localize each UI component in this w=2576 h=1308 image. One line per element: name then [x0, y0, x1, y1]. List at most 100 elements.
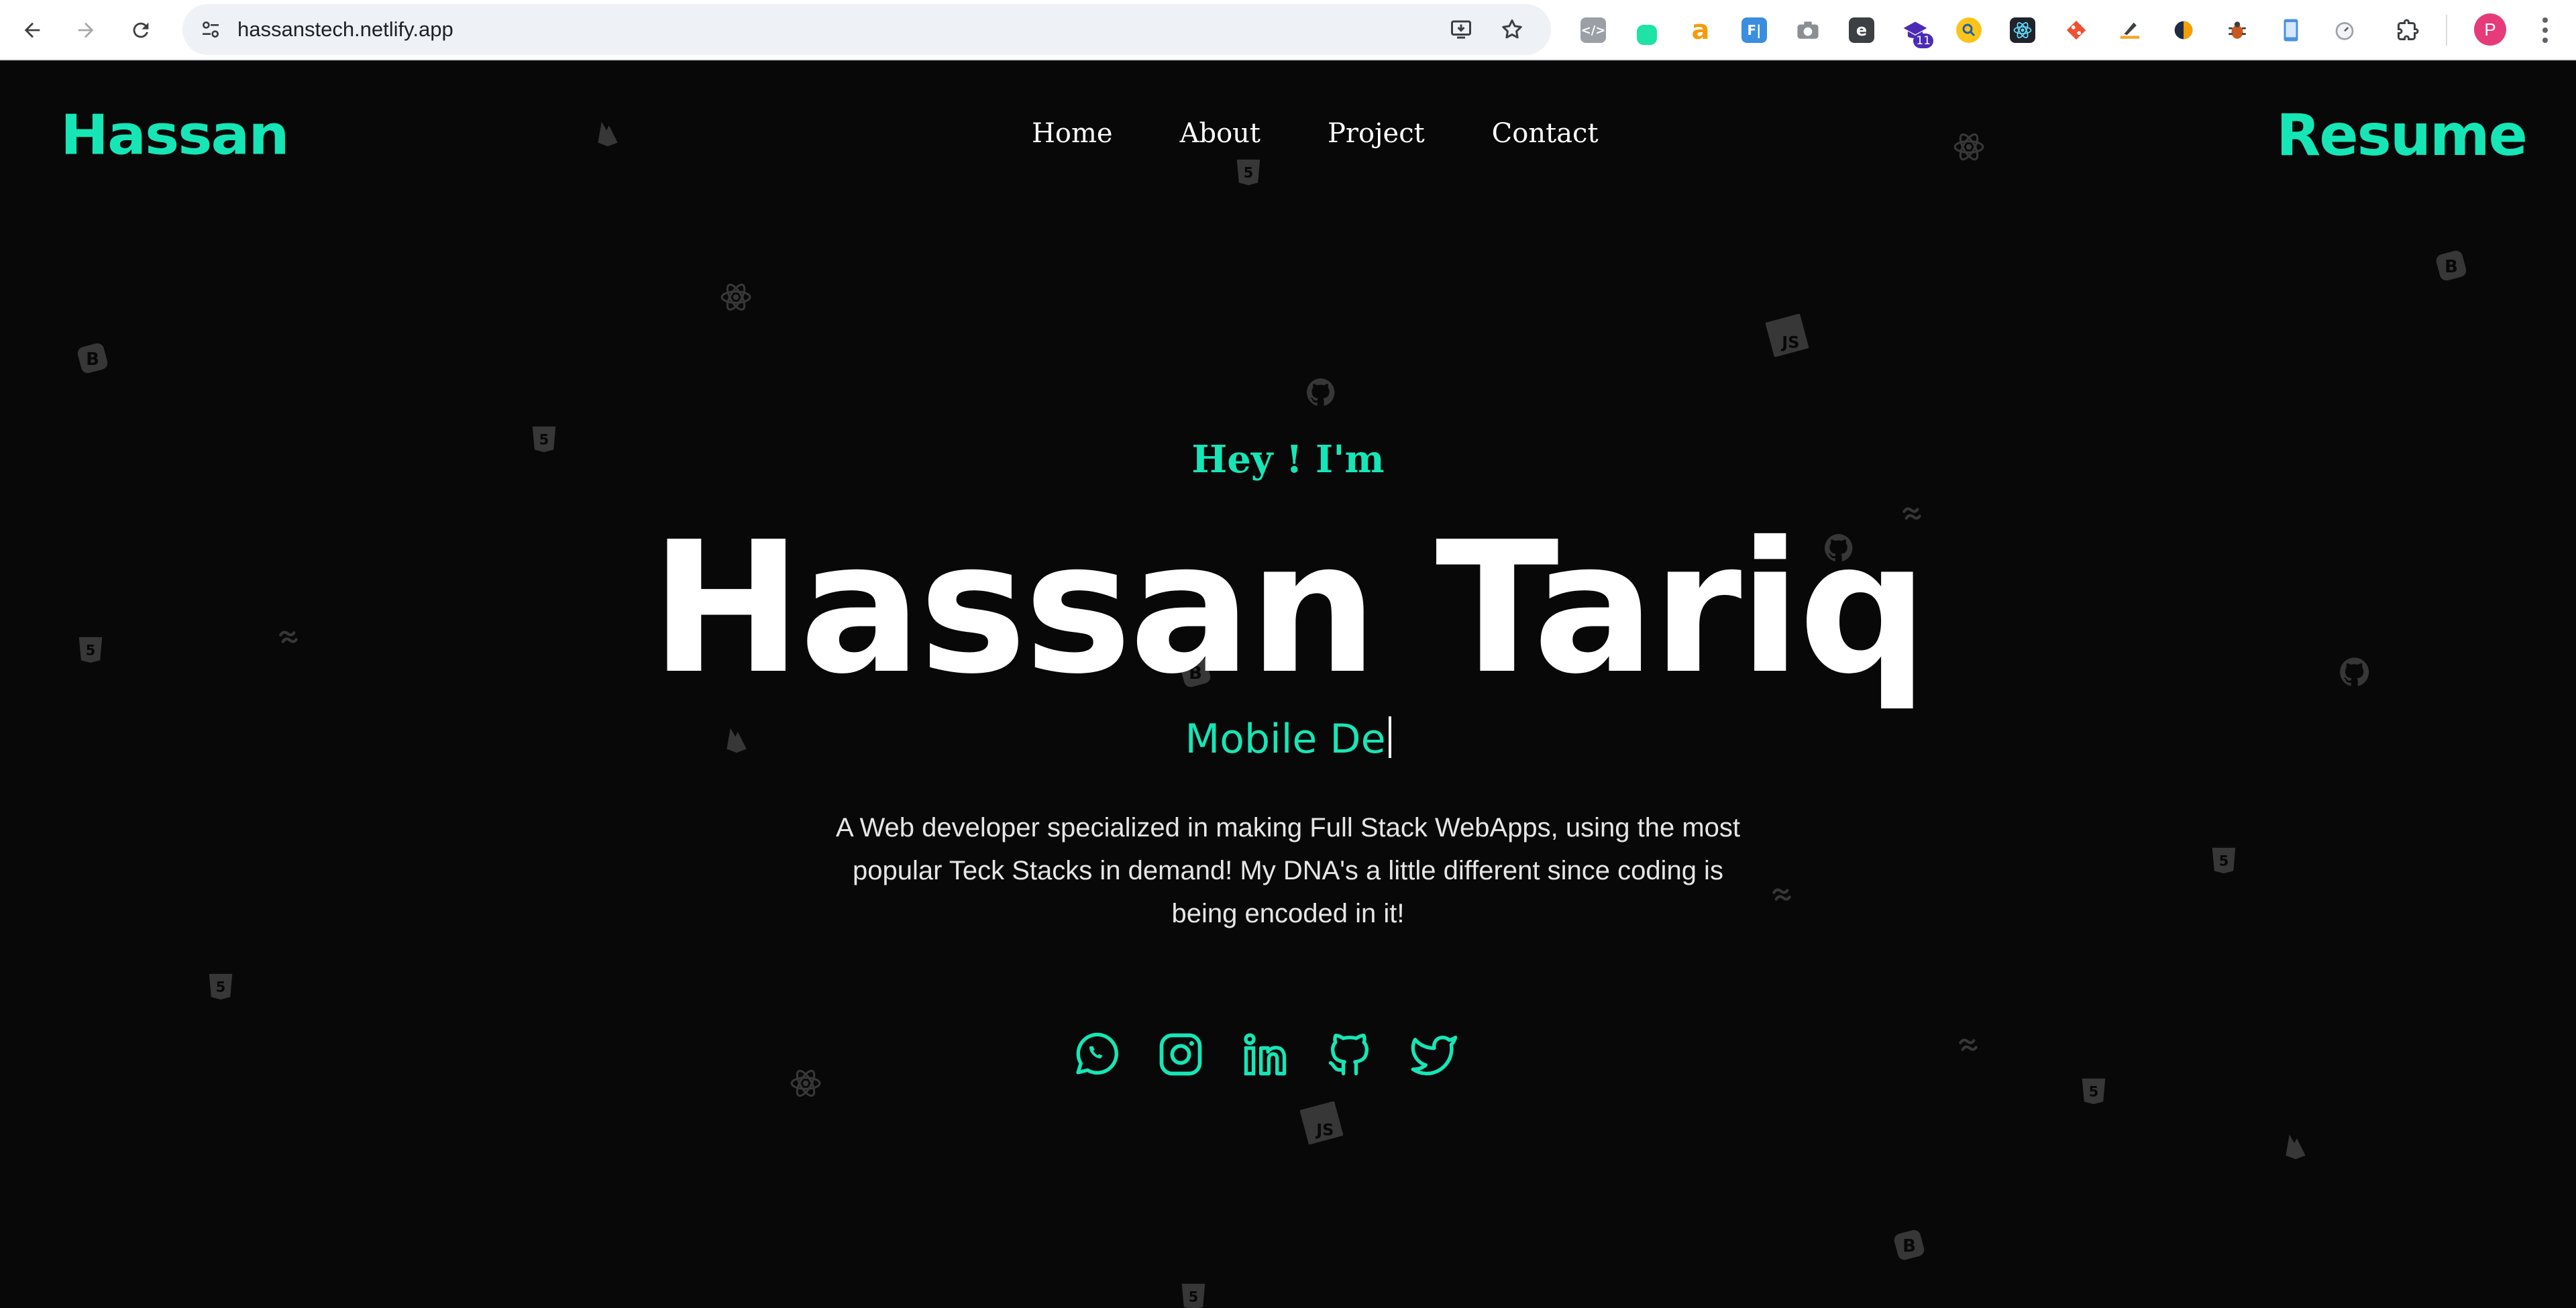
browser-toolbar: hassanstech.netlify.app </> a F| e 11 P: [0, 0, 2576, 60]
main-nav: Home About Project Contact: [1032, 118, 1599, 149]
extension-badge: 11: [1913, 34, 1933, 48]
git-icon: [2063, 17, 2089, 43]
react-icon: [790, 1069, 821, 1097]
whatsapp-link[interactable]: [1071, 1028, 1122, 1081]
install-app-button[interactable]: [1444, 12, 1479, 47]
linkedin-link[interactable]: [1240, 1028, 1291, 1081]
extension-amazon[interactable]: a: [1680, 9, 1721, 51]
extension-fi[interactable]: F|: [1733, 9, 1775, 51]
extensions-menu-button[interactable]: [2387, 9, 2428, 51]
arrow-right-icon: [78, 22, 94, 38]
firebase-icon: [598, 121, 618, 147]
half-moon-icon: [2171, 17, 2196, 43]
address-bar[interactable]: hassanstech.netlify.app: [182, 4, 1551, 55]
html5-icon: 5: [209, 973, 233, 1000]
svg-text:5: 5: [1244, 164, 1254, 181]
site-info-button[interactable]: [192, 11, 229, 48]
camera-icon: [1795, 17, 1821, 43]
puzzle-icon: [2395, 17, 2420, 43]
svg-text:B: B: [1902, 1236, 1916, 1256]
extension-screenshot[interactable]: [1787, 9, 1829, 51]
twitter-link[interactable]: [1409, 1028, 1460, 1081]
extension-phone[interactable]: [2270, 9, 2312, 51]
tailwind-icon: [1772, 888, 1791, 901]
timer-icon: [2332, 17, 2357, 43]
svg-text:JS: JS: [1315, 1121, 1334, 1140]
tune-icon: [203, 21, 219, 38]
install-icon: [1451, 20, 1471, 39]
react-icon: [1953, 133, 1984, 161]
javascript-icon: JS: [1300, 1101, 1343, 1144]
brand-logo[interactable]: Hassan: [60, 104, 290, 168]
bookmark-star-button[interactable]: [1495, 12, 1529, 47]
toolbar-separator: [2446, 15, 2447, 46]
bootstrap-icon: B: [2436, 250, 2467, 281]
react-icon: [2010, 17, 2035, 43]
bug-icon: [2224, 17, 2250, 43]
dot-icon: [2542, 28, 2548, 33]
extension-devtools[interactable]: </>: [1572, 9, 1614, 51]
highlighter-icon: [2117, 17, 2143, 43]
linkedin-icon: [1244, 1033, 1287, 1076]
instagram-link[interactable]: [1155, 1028, 1206, 1081]
pen-icon: [1637, 25, 1657, 45]
html5-icon: 5: [2212, 847, 2236, 874]
html5-icon: 5: [1181, 1283, 1205, 1308]
nav-project-link[interactable]: Project: [1328, 118, 1425, 149]
browser-menu-button[interactable]: [2532, 11, 2559, 50]
typed-role-text: Mobile De: [1185, 716, 1386, 763]
whatsapp-icon: [1076, 1032, 1118, 1075]
extension-bug[interactable]: [2216, 9, 2258, 51]
url-text[interactable]: hassanstech.netlify.app: [237, 17, 453, 42]
typing-cursor: [1388, 716, 1391, 758]
svg-text:5: 5: [2089, 1083, 2099, 1100]
hero-greeting: Hey ! I'm: [1191, 437, 1385, 482]
code-icon: </>: [1580, 17, 1606, 43]
github-icon: [1307, 378, 1335, 406]
html5-icon: 5: [1236, 159, 1260, 186]
hero-name: Hassan Tariq: [650, 502, 1929, 714]
forward-button[interactable]: [66, 10, 106, 50]
extension-search[interactable]: [1948, 9, 1990, 51]
nav-contact-link[interactable]: Contact: [1492, 118, 1599, 149]
github-link[interactable]: [1324, 1028, 1375, 1081]
mobile-device-icon: [2278, 17, 2304, 43]
magnifier-icon: [1956, 17, 1982, 43]
dot-icon: [2542, 17, 2548, 23]
extension-timer[interactable]: [2324, 9, 2365, 51]
github-icon: [1328, 1034, 1369, 1076]
typed-role: Mobile De: [0, 716, 2576, 763]
extension-e[interactable]: e: [1841, 9, 1882, 51]
social-links: [1071, 1028, 1460, 1081]
extension-learning[interactable]: 11: [1894, 9, 1936, 51]
back-button[interactable]: [12, 10, 52, 50]
twitter-icon: [1411, 1035, 1458, 1076]
nav-about-link[interactable]: About: [1180, 118, 1260, 149]
html5-icon: 5: [2082, 1078, 2106, 1105]
firebase-icon: [2286, 1134, 2306, 1160]
svg-text:5: 5: [216, 979, 226, 995]
dot-icon: [2542, 38, 2548, 43]
star-icon: [1502, 19, 1522, 39]
extension-highlighter[interactable]: [2109, 9, 2151, 51]
extension-git[interactable]: [2055, 9, 2097, 51]
instagram-icon: [1159, 1033, 1202, 1076]
extension-grammar[interactable]: [1626, 9, 1668, 51]
profile-avatar[interactable]: P: [2474, 13, 2506, 46]
bootstrap-icon: B: [1894, 1230, 1925, 1260]
svg-text:5: 5: [2219, 853, 2229, 869]
nav-home-link[interactable]: Home: [1032, 118, 1113, 149]
reload-button[interactable]: [121, 10, 161, 50]
javascript-icon: JS: [1766, 314, 1809, 357]
bootstrap-icon: B: [77, 343, 108, 374]
amazon-icon: a: [1691, 15, 1710, 46]
hero-description: A Web developer specialized in making Fu…: [835, 813, 1741, 928]
resume-link[interactable]: Resume: [2276, 102, 2528, 169]
portfolio-page: 5 B B JS 5 5 B 5 5 5 JS B 5 Hassan Home …: [0, 62, 2576, 1308]
extension-dark-mode[interactable]: [2163, 9, 2204, 51]
svg-text:5: 5: [1189, 1289, 1199, 1305]
tailwind-icon: [1959, 1038, 1978, 1051]
arrow-left-icon: [24, 22, 40, 38]
extension-react-devtools[interactable]: [2002, 9, 2043, 51]
reload-icon: [133, 22, 149, 38]
